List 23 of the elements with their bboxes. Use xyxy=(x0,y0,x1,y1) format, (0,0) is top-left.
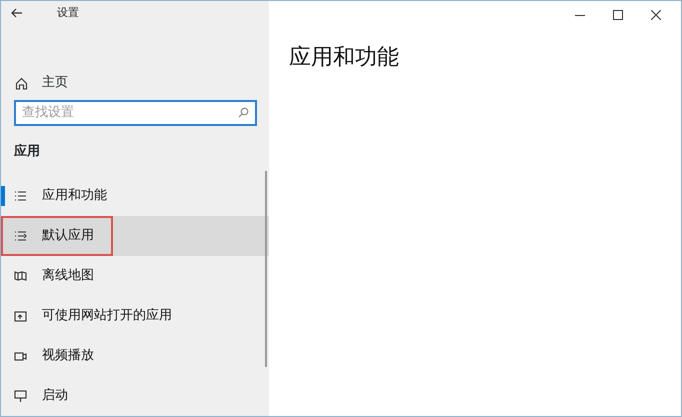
sidebar-item[interactable]: 默认应用 xyxy=(1,216,113,256)
list-icon xyxy=(14,230,27,242)
scrollbar[interactable] xyxy=(265,171,267,367)
sidebar-item[interactable]: 离线地图 xyxy=(1,256,269,296)
home-link[interactable]: 主页 xyxy=(1,72,269,94)
close-icon[interactable] xyxy=(651,10,661,20)
home-icon xyxy=(15,76,28,90)
page-title: 应用和功能 xyxy=(289,45,400,72)
sidebar-item[interactable]: 可使用网站打开的应用 xyxy=(1,296,269,336)
maximize-icon[interactable] xyxy=(613,10,623,20)
sidebar-item[interactable]: 视频播放 xyxy=(1,336,269,376)
sidebar-item[interactable]: 应用和功能 xyxy=(1,176,269,216)
monitor-icon xyxy=(14,390,27,402)
window-icon xyxy=(14,310,27,322)
back-icon[interactable] xyxy=(11,8,23,18)
search-icon xyxy=(238,106,249,118)
list-icon xyxy=(14,190,27,202)
sidebar-item[interactable]: 启动 xyxy=(1,376,269,416)
video-camera-icon xyxy=(14,350,27,362)
map-icon xyxy=(14,270,27,282)
window-title: 设置 xyxy=(57,5,79,21)
section-heading: 应用 xyxy=(12,142,41,160)
search-field[interactable]: 查找设置 xyxy=(14,100,257,126)
